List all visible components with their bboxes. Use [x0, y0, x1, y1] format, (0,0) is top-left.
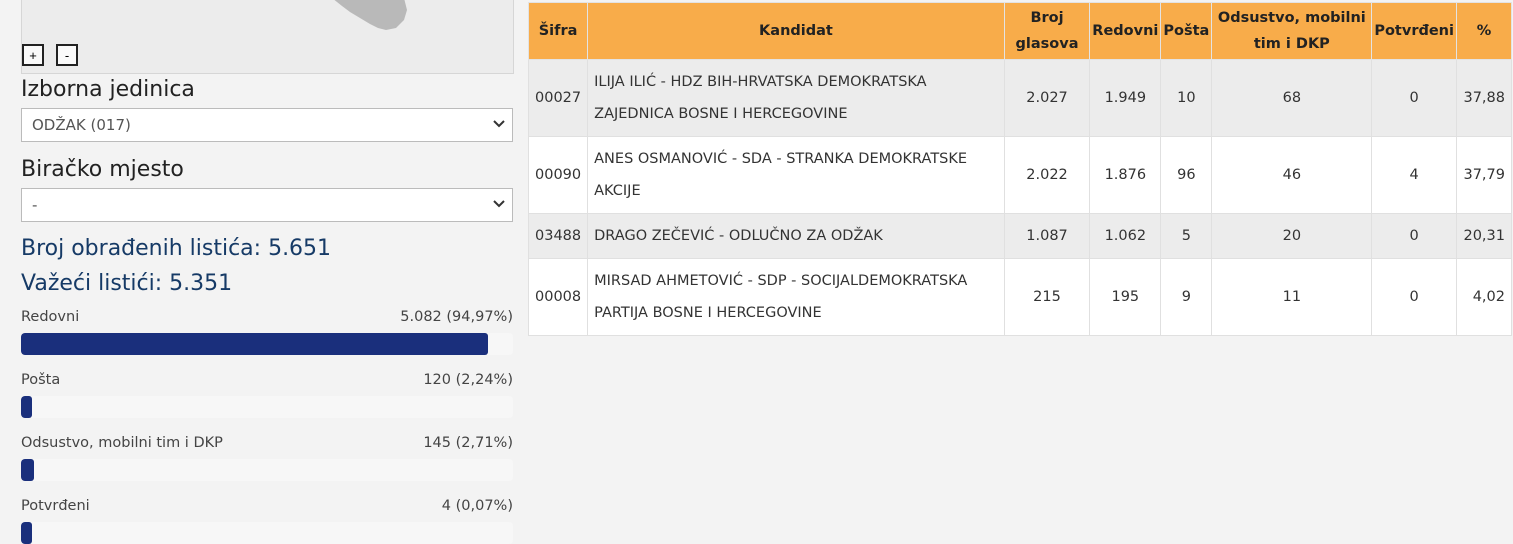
header-regular[interactable]: Redovni: [1089, 2, 1162, 60]
cell-absent: 11: [1211, 258, 1373, 336]
cell-votes: 2.027: [1003, 59, 1091, 137]
cell-candidate: ILIJA ILIĆ - HDZ BIH-HRVATSKA DEMOKRATSK…: [587, 59, 1005, 137]
map-region-shape: [334, 0, 407, 30]
zoom-in-button[interactable]: +: [22, 44, 44, 66]
cell-mail: 10: [1160, 59, 1213, 137]
bar-track-absent: [21, 459, 513, 481]
cell-confirmed: 0: [1371, 213, 1457, 259]
chevron-down-icon: [493, 200, 505, 208]
cell-confirmed: 4: [1371, 136, 1457, 214]
header-candidate[interactable]: Kandidat: [587, 2, 1005, 60]
cell-mail: 96: [1160, 136, 1213, 214]
cell-absent: 20: [1211, 213, 1373, 259]
zoom-out-button[interactable]: -: [56, 44, 78, 66]
cell-candidate: ANES OSMANOVIĆ - SDA - STRANKA DEMOKRATS…: [587, 136, 1005, 214]
bar-label-regular: Redovni: [21, 309, 80, 325]
cell-mail: 5: [1160, 213, 1213, 259]
header-code[interactable]: Šifra: [527, 2, 589, 60]
cell-regular: 195: [1089, 258, 1162, 336]
bar-track-regular: [21, 333, 513, 355]
bar-label-absent: Odsustvo, mobilni tim i DKP: [21, 435, 223, 451]
header-mail[interactable]: Pošta: [1160, 2, 1213, 60]
bar-fill-mail: [21, 396, 33, 418]
cell-regular: 1.062: [1089, 213, 1162, 259]
table-row: 00027 ILIJA ILIĆ - HDZ BIH-HRVATSKA DEMO…: [527, 59, 1513, 137]
bar-value-confirmed: 4 (0,07%): [441, 498, 513, 514]
valid-ballots-count: Važeći listići: 5.351: [21, 271, 233, 296]
bar-label-mail: Pošta: [21, 372, 61, 388]
cell-votes: 1.087: [1003, 213, 1091, 259]
table-header-row: Šifra Kandidat Broj glasova Redovni Pošt…: [527, 2, 1513, 60]
header-percent[interactable]: %: [1455, 2, 1513, 60]
cell-candidate: DRAGO ZEČEVIĆ - ODLUČNO ZA ODŽAK: [587, 213, 1005, 259]
cell-code: 00027: [527, 59, 589, 137]
processed-ballots-count: Broj obrađenih listića: 5.651: [21, 236, 332, 261]
bar-fill-confirmed: [21, 522, 33, 544]
bar-fill-absent: [21, 459, 35, 481]
cell-confirmed: 0: [1371, 258, 1457, 336]
cell-code: 00008: [527, 258, 589, 336]
header-confirmed[interactable]: Potvrđeni: [1371, 2, 1457, 60]
cell-regular: 1.876: [1089, 136, 1162, 214]
cell-votes: 215: [1003, 258, 1091, 336]
cell-candidate: MIRSAD AHMETOVIĆ - SDP - SOCIJALDEMOKRAT…: [587, 258, 1005, 336]
bar-value-regular: 5.082 (94,97%): [400, 309, 513, 325]
cell-percent: 20,31: [1455, 213, 1513, 259]
cell-percent: 37,79: [1455, 136, 1513, 214]
cell-absent: 46: [1211, 136, 1373, 214]
polling-station-select[interactable]: -: [21, 188, 513, 222]
cell-percent: 4,02: [1455, 258, 1513, 336]
header-absent[interactable]: Odsustvo, mobilni tim i DKP: [1211, 2, 1373, 60]
cell-mail: 9: [1160, 258, 1213, 336]
cell-confirmed: 0: [1371, 59, 1457, 137]
cell-regular: 1.949: [1089, 59, 1162, 137]
bar-value-mail: 120 (2,24%): [423, 372, 513, 388]
table-row: 03488 DRAGO ZEČEVIĆ - ODLUČNO ZA ODŽAK 1…: [527, 213, 1513, 259]
polling-station-select-value: -: [32, 196, 38, 214]
header-votes[interactable]: Broj glasova: [1003, 2, 1091, 60]
cell-absent: 68: [1211, 59, 1373, 137]
polling-station-label: Biračko mjesto: [21, 157, 184, 182]
bar-track-mail: [21, 396, 513, 418]
table-row: 00008 MIRSAD AHMETOVIĆ - SDP - SOCIJALDE…: [527, 258, 1513, 336]
cell-code: 00090: [527, 136, 589, 214]
bar-label-confirmed: Potvrđeni: [21, 498, 90, 514]
cell-votes: 2.022: [1003, 136, 1091, 214]
bar-fill-regular: [21, 333, 489, 355]
bar-track-confirmed: [21, 522, 513, 544]
chevron-down-icon: [493, 120, 505, 128]
constituency-select-value: ODŽAK (017): [32, 116, 131, 134]
constituency-select[interactable]: ODŽAK (017): [21, 108, 513, 142]
cell-percent: 37,88: [1455, 59, 1513, 137]
results-table: Šifra Kandidat Broj glasova Redovni Pošt…: [527, 2, 1513, 336]
table-row: 00090 ANES OSMANOVIĆ - SDA - STRANKA DEM…: [527, 136, 1513, 214]
bar-value-absent: 145 (2,71%): [423, 435, 513, 451]
cell-code: 03488: [527, 213, 589, 259]
map-panel[interactable]: + -: [21, 0, 514, 74]
constituency-label: Izborna jedinica: [21, 77, 195, 102]
